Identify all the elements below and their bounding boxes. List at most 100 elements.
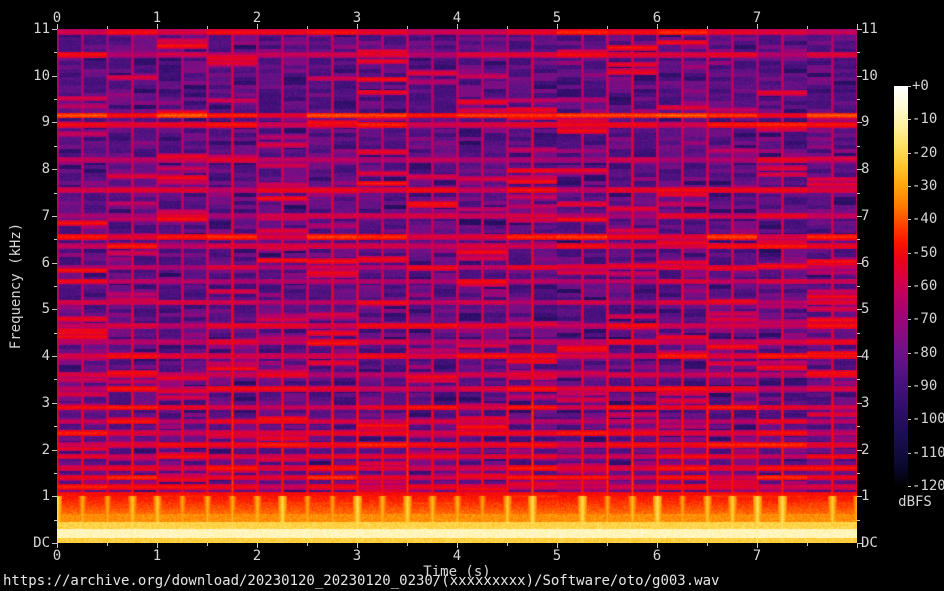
y-tick-label-right-4: 4 bbox=[861, 348, 870, 364]
x-tick-label-bottom-5: 5 bbox=[552, 548, 562, 564]
y-tick-right-6.5 bbox=[857, 239, 860, 240]
x-tick-top-4.5 bbox=[507, 26, 508, 29]
y-tick-right-10.5 bbox=[857, 52, 860, 53]
x-tick-bottom-3.5 bbox=[407, 543, 408, 546]
y-tick-left-8.5 bbox=[54, 146, 57, 147]
x-tick-label-top-1: 1 bbox=[152, 10, 162, 26]
y-tick-left-2.5 bbox=[54, 426, 57, 427]
spectrogram-canvas bbox=[57, 29, 857, 543]
x-tick-bottom-0.5 bbox=[107, 543, 108, 546]
x-tick-label-bottom-2: 2 bbox=[252, 548, 262, 564]
colorbar-tick--40 bbox=[908, 219, 911, 220]
colorbar-tick--10 bbox=[908, 119, 911, 120]
x-tick-top-6.5 bbox=[707, 26, 708, 29]
y-tick-left-4.5 bbox=[54, 333, 57, 334]
spectrogram-figure: Frequency (kHz) Time (s) dBFS https://ar… bbox=[0, 0, 944, 591]
y-tick-right-2.5 bbox=[857, 426, 860, 427]
y-tick-left-11 bbox=[52, 29, 57, 30]
colorbar-tick-label--30: -30 bbox=[912, 178, 938, 194]
y-tick-label-left-7: 7 bbox=[41, 208, 50, 224]
x-tick-label-top-2: 2 bbox=[252, 10, 262, 26]
y-tick-left-6.5 bbox=[54, 239, 57, 240]
y-tick-left-0.5 bbox=[54, 520, 57, 521]
y-tick-label-right-5: 5 bbox=[861, 301, 870, 317]
colorbar-tick--70 bbox=[908, 319, 911, 320]
x-tick-label-bottom-1: 1 bbox=[152, 548, 162, 564]
x-tick-top-2.5 bbox=[307, 26, 308, 29]
y-tick-label-right-3: 3 bbox=[861, 395, 870, 411]
y-tick-left-6 bbox=[52, 263, 57, 264]
y-tick-label-right-10: 10 bbox=[861, 68, 878, 84]
colorbar-tick-label--80: -80 bbox=[912, 345, 938, 361]
y-tick-label-left-3: 3 bbox=[41, 395, 50, 411]
y-tick-label-left-4: 4 bbox=[41, 348, 50, 364]
colorbar-tick--30 bbox=[908, 186, 911, 187]
colorbar-tick-label--70: -70 bbox=[912, 311, 938, 327]
y-tick-left-5 bbox=[52, 309, 57, 310]
x-tick-top-3.5 bbox=[407, 26, 408, 29]
colorbar-tick--120 bbox=[908, 486, 911, 487]
x-tick-label-bottom-7: 7 bbox=[752, 548, 762, 564]
y-tick-label-left-2: 2 bbox=[41, 442, 50, 458]
y-tick-left-7.5 bbox=[54, 193, 57, 194]
colorbar-tick-label--40: -40 bbox=[912, 211, 938, 227]
colorbar-tick-label--10: -10 bbox=[912, 111, 938, 127]
x-tick-top-7.5 bbox=[807, 26, 808, 29]
colorbar-tick--90 bbox=[908, 386, 911, 387]
y-tick-right-5.5 bbox=[857, 286, 860, 287]
colorbar-tick--80 bbox=[908, 353, 911, 354]
colorbar-tick-label--20: -20 bbox=[912, 145, 938, 161]
x-tick-label-top-5: 5 bbox=[552, 10, 562, 26]
y-tick-right-1.5 bbox=[857, 473, 860, 474]
x-tick-label-top-4: 4 bbox=[452, 10, 462, 26]
y-tick-right-4.5 bbox=[857, 333, 860, 334]
x-tick-bottom-6.5 bbox=[707, 543, 708, 546]
y-tick-left-10 bbox=[52, 76, 57, 77]
x-tick-bottom-5.5 bbox=[607, 543, 608, 546]
y-tick-left-2 bbox=[52, 450, 57, 451]
y-tick-label-left-11: 11 bbox=[33, 21, 50, 37]
colorbar-tick-label--110: -110 bbox=[912, 445, 944, 461]
y-tick-left-1 bbox=[52, 496, 57, 497]
x-tick-top-0.5 bbox=[107, 26, 108, 29]
y-tick-left-10.5 bbox=[54, 52, 57, 53]
y-tick-right-7.5 bbox=[857, 193, 860, 194]
colorbar bbox=[894, 86, 908, 486]
colorbar-tick-label--60: -60 bbox=[912, 278, 938, 294]
x-tick-label-top-7: 7 bbox=[752, 10, 762, 26]
colorbar-tick-label--100: -100 bbox=[912, 411, 944, 427]
colorbar-tick-label--50: -50 bbox=[912, 245, 938, 261]
x-tick-top-5.5 bbox=[607, 26, 608, 29]
colorbar-tick--110 bbox=[908, 453, 911, 454]
y-tick-label-right-11: 11 bbox=[861, 21, 878, 37]
y-tick-label-right-2: 2 bbox=[861, 442, 870, 458]
source-url: https://archive.org/download/20230120_20… bbox=[3, 573, 720, 589]
y-tick-label-right-8: 8 bbox=[861, 161, 870, 177]
y-tick-right-9.5 bbox=[857, 99, 860, 100]
x-tick-label-bottom-4: 4 bbox=[452, 548, 462, 564]
y-tick-label-right-6: 6 bbox=[861, 255, 870, 271]
y-tick-left-7 bbox=[52, 216, 57, 217]
y-tick-left-9.5 bbox=[54, 99, 57, 100]
y-tick-label-left-5: 5 bbox=[41, 301, 50, 317]
y-tick-left-1.5 bbox=[54, 473, 57, 474]
y-tick-left-8 bbox=[52, 169, 57, 170]
x-tick-label-bottom-6: 6 bbox=[652, 548, 662, 564]
y-axis-title: Frequency (kHz) bbox=[8, 222, 24, 350]
colorbar-tick-label--120: -120 bbox=[912, 478, 944, 494]
y-tick-label-left-DC: DC bbox=[33, 535, 50, 551]
y-tick-label-right-1: 1 bbox=[861, 488, 870, 504]
colorbar-tick-label-+0: +0 bbox=[912, 78, 929, 94]
y-tick-label-left-9: 9 bbox=[41, 114, 50, 130]
x-tick-label-bottom-3: 3 bbox=[352, 548, 362, 564]
y-tick-right-3.5 bbox=[857, 379, 860, 380]
x-tick-label-top-6: 6 bbox=[652, 10, 662, 26]
y-tick-label-right-DC: DC bbox=[861, 535, 878, 551]
y-tick-right-8.5 bbox=[857, 146, 860, 147]
x-tick-bottom-1.5 bbox=[207, 543, 208, 546]
y-tick-left-9 bbox=[52, 122, 57, 123]
y-tick-left-5.5 bbox=[54, 286, 57, 287]
x-tick-top-1.5 bbox=[207, 26, 208, 29]
y-tick-left-0 bbox=[52, 543, 57, 544]
y-tick-label-left-8: 8 bbox=[41, 161, 50, 177]
